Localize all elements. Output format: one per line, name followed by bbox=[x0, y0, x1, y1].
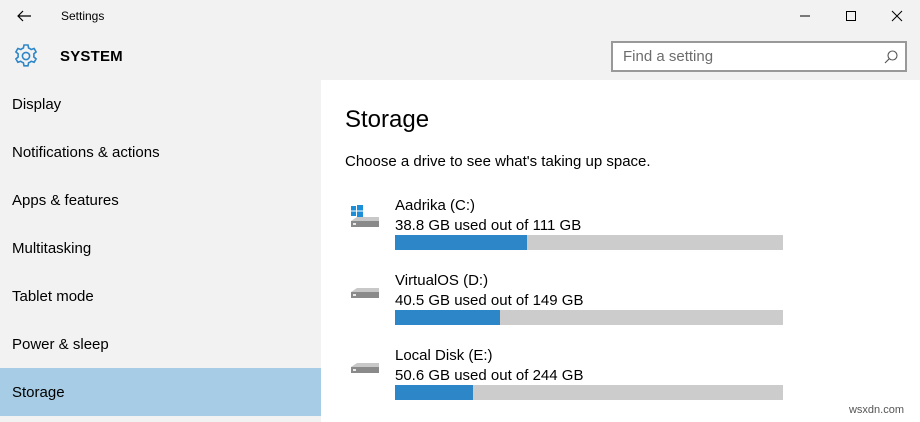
drive-item-c[interactable]: Aadrika (C:) 38.8 GB used out of 111 GB bbox=[345, 197, 805, 257]
drive-usage-fill bbox=[395, 385, 473, 400]
search-icon[interactable] bbox=[883, 49, 899, 65]
sidebar-item-notifications[interactable]: Notifications & actions bbox=[0, 128, 321, 176]
windows-drive-icon bbox=[351, 205, 379, 227]
drive-usage-bar bbox=[395, 385, 783, 400]
sidebar-item-label: Power & sleep bbox=[12, 335, 109, 353]
maximize-icon bbox=[846, 11, 856, 21]
search-box[interactable] bbox=[611, 41, 907, 72]
drive-name: Local Disk (E:) bbox=[395, 347, 493, 364]
sidebar-item-multitasking[interactable]: Multitasking bbox=[0, 224, 321, 272]
sidebar-item-label: Apps & features bbox=[12, 191, 119, 209]
close-button[interactable] bbox=[874, 0, 920, 32]
sidebar-item-apps[interactable]: Apps & features bbox=[0, 176, 321, 224]
sidebar: Display Notifications & actions Apps & f… bbox=[0, 80, 321, 422]
drive-name: Aadrika (C:) bbox=[395, 197, 476, 214]
arrow-left-icon bbox=[17, 10, 31, 22]
maximize-button[interactable] bbox=[828, 0, 874, 32]
hard-drive-icon bbox=[351, 363, 379, 373]
settings-header: SYSTEM bbox=[0, 32, 920, 80]
drive-usage-fill bbox=[395, 310, 500, 325]
drive-usage-bar bbox=[395, 310, 783, 325]
drive-usage-bar bbox=[395, 235, 783, 250]
page-subtitle: Choose a drive to see what's taking up s… bbox=[345, 153, 651, 170]
back-button[interactable] bbox=[0, 0, 48, 32]
drive-usage: 38.8 GB used out of 111 GB bbox=[395, 217, 582, 234]
hard-drive-icon bbox=[351, 288, 379, 298]
search-input[interactable] bbox=[613, 43, 875, 70]
sidebar-item-power-sleep[interactable]: Power & sleep bbox=[0, 320, 321, 368]
section-title: SYSTEM bbox=[60, 48, 123, 65]
title-bar: Settings bbox=[0, 0, 920, 32]
drive-name: VirtualOS (D:) bbox=[395, 272, 489, 289]
sidebar-item-storage[interactable]: Storage bbox=[0, 368, 321, 416]
sidebar-item-label: Display bbox=[12, 95, 62, 113]
watermark: wsxdn.com bbox=[848, 404, 904, 416]
main-panel: Storage Choose a drive to see what's tak… bbox=[321, 80, 920, 422]
minimize-icon bbox=[800, 15, 810, 17]
drive-usage: 50.6 GB used out of 244 GB bbox=[395, 367, 584, 384]
sidebar-item-label: Notifications & actions bbox=[12, 143, 160, 161]
drive-item-d[interactable]: VirtualOS (D:) 40.5 GB used out of 149 G… bbox=[345, 272, 805, 332]
drive-usage: 40.5 GB used out of 149 GB bbox=[395, 292, 584, 309]
page-title: Storage bbox=[345, 106, 430, 133]
drive-item-e[interactable]: Local Disk (E:) 50.6 GB used out of 244 … bbox=[345, 347, 805, 407]
close-icon bbox=[891, 10, 903, 22]
sidebar-item-display[interactable]: Display bbox=[0, 80, 321, 128]
drive-usage-fill bbox=[395, 235, 527, 250]
sidebar-item-label: Tablet mode bbox=[12, 287, 94, 305]
minimize-button[interactable] bbox=[782, 0, 828, 32]
window-title: Settings bbox=[61, 9, 105, 23]
sidebar-item-label: Storage bbox=[12, 383, 65, 401]
gear-icon bbox=[14, 44, 38, 67]
sidebar-item-tablet-mode[interactable]: Tablet mode bbox=[0, 272, 321, 320]
sidebar-item-label: Multitasking bbox=[12, 239, 92, 257]
